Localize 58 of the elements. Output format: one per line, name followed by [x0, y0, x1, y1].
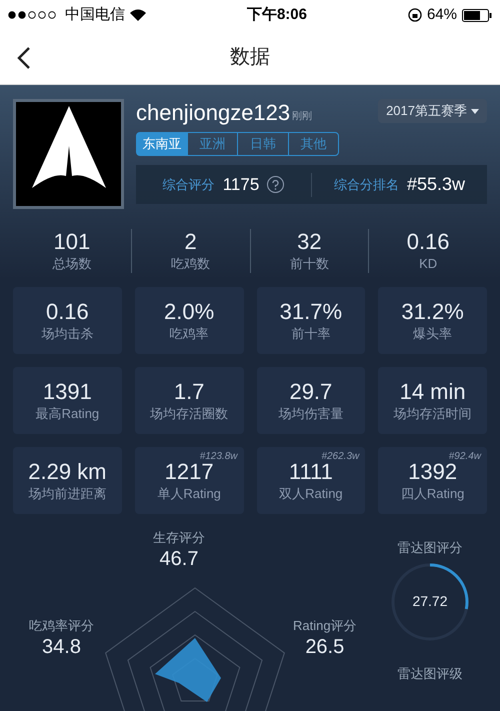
radar-value: 46.7: [160, 548, 198, 570]
stat-label: 场均伤害量: [278, 404, 344, 422]
stat-label: 场均存活圈数: [150, 404, 228, 422]
wifi-icon: [130, 9, 146, 21]
stat-value: 2.0%: [164, 298, 214, 324]
radar-label: 吃鸡率评分: [29, 617, 94, 635]
carrier-text: 中国电信: [65, 4, 125, 25]
stat-label: 双人Rating: [279, 484, 343, 502]
stat-label: 爆头率: [413, 324, 452, 342]
summary-label: 吃鸡数: [171, 255, 210, 273]
stat-value: 31.7%: [280, 298, 342, 324]
stat-value: 29.7: [289, 378, 332, 404]
summary-value: 32: [297, 229, 322, 255]
score-value: 1175: [222, 174, 260, 196]
rotation-lock-icon: [408, 8, 422, 22]
battery-text: 64%: [426, 4, 457, 25]
summary-label: 总场数: [52, 255, 92, 273]
summary-value: 101: [54, 229, 90, 255]
stat-value: 14 min: [400, 378, 466, 404]
stat-label: 场均击杀: [41, 324, 94, 342]
season-dropdown[interactable]: 2017第五赛季: [378, 99, 487, 123]
page-title: 数据: [230, 45, 270, 70]
stat-value: 1391: [42, 378, 92, 404]
region-tab[interactable]: 东南亚: [137, 133, 186, 155]
stat-label: 吃鸡率: [170, 324, 209, 342]
grade-title: 雷达图评级: [398, 664, 462, 682]
gauge-value: 27.72: [412, 592, 448, 611]
region-tab[interactable]: 其他: [288, 133, 338, 155]
stat-value: 2.29 km: [28, 458, 106, 484]
player-name: chenjiongze123: [136, 99, 290, 127]
region-tab[interactable]: 日韩: [237, 133, 288, 155]
stat-value: 31.2%: [401, 298, 464, 324]
rank-value: #55.3w: [406, 173, 466, 196]
radar-label: Rating评分: [293, 617, 357, 635]
caret-icon: [471, 108, 479, 114]
radar-label: 生存评分: [153, 529, 205, 547]
stat-label: 前十率: [291, 324, 330, 342]
summary-value: 2: [184, 229, 197, 255]
summary-value: 0.16: [406, 229, 450, 255]
radar-value: 26.5: [305, 636, 344, 658]
region-tab[interactable]: 亚洲: [186, 133, 237, 155]
stat-label: 四人Rating: [400, 484, 464, 502]
updated-text: 刚刚: [292, 110, 312, 124]
stat-label: 场均前进距离: [28, 484, 106, 502]
rank-label: 综合分排名: [334, 176, 399, 194]
score-label: 综合评分: [162, 176, 215, 194]
summary-label: KD: [419, 255, 438, 273]
time-text: 下午8:06: [246, 4, 307, 25]
help-icon[interactable]: [267, 176, 284, 193]
stat-label: 场均存活时间: [394, 404, 472, 422]
summary-label: 前十数: [290, 255, 329, 273]
stat-value: 1.7: [174, 378, 204, 404]
stat-value: 0.16: [46, 298, 89, 324]
stat-label: 最高Rating: [36, 404, 100, 422]
battery-icon: [462, 8, 492, 22]
gauge-title: 雷达图评分: [398, 539, 462, 557]
radar-value: 34.8: [42, 636, 81, 658]
stat-label: 单人Rating: [157, 484, 221, 502]
